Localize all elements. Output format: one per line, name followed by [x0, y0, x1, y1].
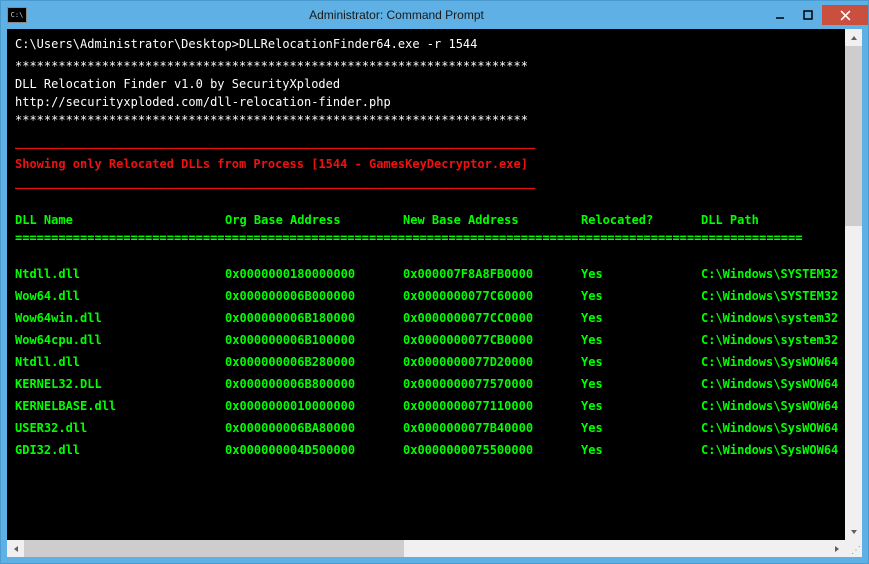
banner-line1: DLL Relocation Finder v1.0 by SecurityXp…: [15, 75, 845, 93]
scroll-down-arrow[interactable]: [845, 523, 862, 540]
cell-relocated: Yes: [581, 397, 701, 415]
hscroll-track[interactable]: [24, 540, 828, 557]
console-area: C:\Users\Administrator\Desktop>DLLReloca…: [7, 29, 862, 540]
cell-dll-path: C:\Windows\system32: [701, 331, 845, 349]
vscroll-thumb[interactable]: [845, 46, 862, 226]
cell-dll-name: KERNEL32.DLL: [15, 375, 225, 393]
resize-grip[interactable]: ⋰: [845, 540, 862, 557]
cell-dll-name: Ntdll.dll: [15, 265, 225, 283]
cell-dll-name: Wow64.dll: [15, 287, 225, 305]
cell-new-base: 0x0000000077B40000: [403, 419, 581, 437]
cell-org-base: 0x000000006B000000: [225, 287, 403, 305]
scroll-up-arrow[interactable]: [845, 29, 862, 46]
cell-org-base: 0x000000006BA80000: [225, 419, 403, 437]
prompt-command: DLLRelocationFinder64.exe -r 1544: [239, 35, 477, 53]
header-relocated: Relocated?: [581, 211, 701, 229]
cell-relocated: Yes: [581, 287, 701, 305]
banner-stars-bottom: ****************************************…: [15, 111, 845, 129]
cell-dll-name: Ntdll.dll: [15, 353, 225, 371]
cell-org-base: 0x0000000010000000: [225, 397, 403, 415]
cell-relocated: Yes: [581, 309, 701, 327]
cell-relocated: Yes: [581, 441, 701, 459]
cell-org-base: 0x000000006B280000: [225, 353, 403, 371]
cell-new-base: 0x0000000075500000: [403, 441, 581, 459]
cell-new-base: 0x0000000077CC0000: [403, 309, 581, 327]
banner-stars-top: ****************************************…: [15, 57, 845, 75]
window-controls: [766, 5, 868, 25]
cell-relocated: Yes: [581, 375, 701, 393]
cell-org-base: 0x000000004D500000: [225, 441, 403, 459]
cell-dll-path: C:\Windows\SysWOW64: [701, 419, 845, 437]
table-row: KERNELBASE.dll0x00000000100000000x000000…: [15, 397, 845, 415]
cell-dll-path: C:\Windows\SysWOW64: [701, 397, 845, 415]
cell-dll-name: USER32.dll: [15, 419, 225, 437]
cell-dll-path: C:\Windows\SysWOW64: [701, 375, 845, 393]
scroll-left-arrow[interactable]: [7, 540, 24, 557]
cell-org-base: 0x000000006B800000: [225, 375, 403, 393]
cell-new-base: 0x0000000077110000: [403, 397, 581, 415]
cell-relocated: Yes: [581, 419, 701, 437]
cell-dll-name: Wow64win.dll: [15, 309, 225, 327]
maximize-button[interactable]: [794, 5, 822, 25]
table-headers: DLL Name Org Base Address New Base Addre…: [15, 211, 845, 229]
cell-new-base: 0x000007F8A8FB0000: [403, 265, 581, 283]
prompt-path: C:\Users\Administrator\Desktop>: [15, 35, 239, 53]
table-row: Wow64.dll0x000000006B0000000x0000000077C…: [15, 287, 845, 305]
cell-dll-name: GDI32.dll: [15, 441, 225, 459]
cell-org-base: 0x000000006B100000: [225, 331, 403, 349]
vertical-scrollbar[interactable]: [845, 29, 862, 540]
titlebar: C:\ Administrator: Command Prompt: [1, 1, 868, 29]
table-row: Ntdll.dll0x00000001800000000x000007F8A8F…: [15, 265, 845, 283]
minimize-button[interactable]: [766, 5, 794, 25]
app-icon: C:\: [7, 7, 27, 23]
header-dll-name: DLL Name: [15, 211, 225, 229]
banner-line2: http://securityxploded.com/dll-relocatio…: [15, 93, 845, 111]
header-dll-path: DLL Path: [701, 211, 845, 229]
cell-dll-name: Wow64cpu.dll: [15, 331, 225, 349]
cell-dll-path: C:\Windows\SysWOW64: [701, 353, 845, 371]
table-row: Ntdll.dll0x000000006B2800000x0000000077D…: [15, 353, 845, 371]
cell-relocated: Yes: [581, 265, 701, 283]
header-new-base: New Base Address: [403, 211, 581, 229]
header-org-base: Org Base Address: [225, 211, 403, 229]
vscroll-track[interactable]: [845, 46, 862, 523]
window-title: Administrator: Command Prompt: [27, 8, 766, 22]
cell-dll-name: KERNELBASE.dll: [15, 397, 225, 415]
cell-dll-path: C:\Windows\SysWOW64: [701, 441, 845, 459]
cell-relocated: Yes: [581, 331, 701, 349]
cell-new-base: 0x0000000077570000: [403, 375, 581, 393]
table-row: USER32.dll0x000000006BA800000x0000000077…: [15, 419, 845, 437]
cell-dll-path: C:\Windows\SYSTEM32: [701, 287, 845, 305]
cell-new-base: 0x0000000077C60000: [403, 287, 581, 305]
cell-org-base: 0x000000006B180000: [225, 309, 403, 327]
horizontal-scrollbar[interactable]: ⋰: [7, 540, 862, 557]
cell-org-base: 0x0000000180000000: [225, 265, 403, 283]
status-text: Showing only Relocated DLLs from Process…: [15, 155, 845, 173]
red-underline-bottom: ________________________________________…: [15, 173, 845, 191]
table-row: KERNEL32.DLL0x000000006B8000000x00000000…: [15, 375, 845, 393]
cell-dll-path: C:\Windows\SYSTEM32: [701, 265, 845, 283]
cell-relocated: Yes: [581, 353, 701, 371]
prompt-line: C:\Users\Administrator\Desktop>DLLReloca…: [15, 35, 845, 53]
hscroll-thumb[interactable]: [24, 540, 404, 557]
cell-new-base: 0x0000000077D20000: [403, 353, 581, 371]
table-row: Wow64win.dll0x000000006B1800000x00000000…: [15, 309, 845, 327]
cell-dll-path: C:\Windows\system32: [701, 309, 845, 327]
table-row: Wow64cpu.dll0x000000006B1000000x00000000…: [15, 331, 845, 349]
close-button[interactable]: [822, 5, 868, 25]
table-row: GDI32.dll0x000000004D5000000x00000000755…: [15, 441, 845, 459]
header-divider: ========================================…: [15, 229, 845, 247]
cell-new-base: 0x0000000077CB0000: [403, 331, 581, 349]
console-output[interactable]: C:\Users\Administrator\Desktop>DLLReloca…: [7, 29, 845, 540]
scroll-right-arrow[interactable]: [828, 540, 845, 557]
red-underline-top: ________________________________________…: [15, 133, 845, 151]
